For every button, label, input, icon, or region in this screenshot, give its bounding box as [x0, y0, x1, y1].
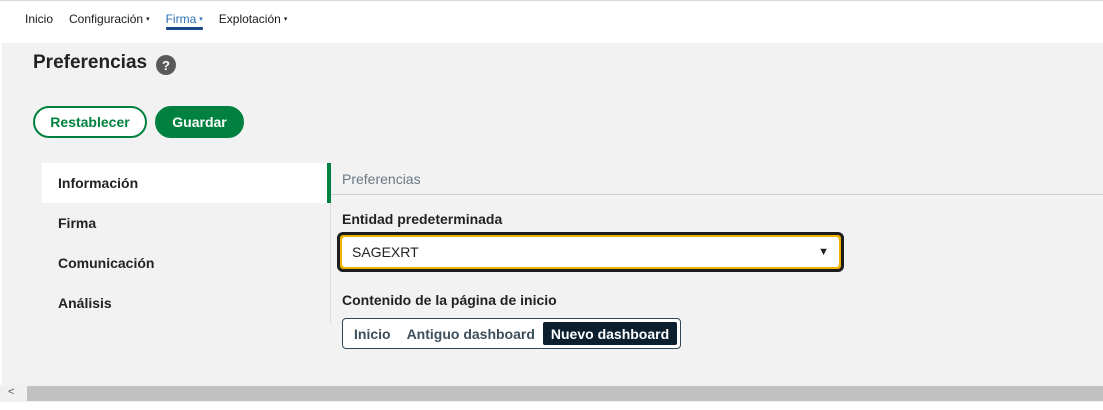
- caret-down-icon: ▼: [818, 246, 829, 258]
- nav-item-explotacion[interactable]: Explotación ▾: [219, 12, 288, 30]
- preferences-sidebar: Información Firma Comunicación Análisis: [42, 163, 330, 323]
- segment-inicio[interactable]: Inicio: [346, 322, 399, 345]
- nav-item-inicio[interactable]: Inicio: [25, 12, 53, 30]
- sidebar-item-informacion[interactable]: Información: [42, 163, 330, 203]
- reset-button[interactable]: Restablecer: [33, 106, 147, 138]
- caret-down-icon: ▾: [146, 16, 150, 23]
- home-content-toggle: Inicio Antiguo dashboard Nuevo dashboard: [342, 318, 682, 349]
- page-title: Preferencias: [33, 52, 148, 73]
- sidebar-item-label: Análisis: [58, 295, 112, 311]
- sidebar-item-label: Comunicación: [58, 255, 155, 271]
- sidebar-item-label: Firma: [58, 215, 97, 231]
- nav-item-label: Configuración: [69, 12, 144, 26]
- active-item-indicator: [327, 163, 331, 203]
- home-content-label: Contenido de la página de inicio: [342, 292, 557, 308]
- sidebar-item-comunicacion[interactable]: Comunicación: [42, 243, 330, 283]
- save-button[interactable]: Guardar: [155, 106, 244, 138]
- caret-down-icon: ▾: [199, 16, 203, 23]
- nav-item-firma[interactable]: Firma ▾: [165, 12, 203, 30]
- sidebar-item-analisis[interactable]: Análisis: [42, 283, 330, 323]
- entity-select-value: SAGEXRT: [352, 244, 419, 260]
- scroll-left-icon[interactable]: <: [8, 386, 14, 398]
- nav-item-label: Firma: [165, 12, 197, 26]
- segment-nuevo-dashboard[interactable]: Nuevo dashboard: [542, 322, 678, 345]
- nav-item-label: Inicio: [25, 12, 54, 26]
- entity-select-inner: SAGEXRT ▼: [342, 237, 839, 267]
- entity-label: Entidad predeterminada: [342, 211, 503, 227]
- horizontal-scrollbar[interactable]: <: [0, 385, 1103, 402]
- help-icon[interactable]: ?: [156, 55, 176, 75]
- segment-antiguo-dashboard[interactable]: Antiguo dashboard: [399, 322, 543, 345]
- left-edge: [0, 0, 2, 410]
- nav-item-label: Explotación: [218, 12, 281, 26]
- bottom-strip: [0, 402, 1103, 410]
- top-nav: Inicio Configuración ▾ Firma ▾ Explotaci…: [0, 0, 1103, 43]
- caret-down-icon: ▾: [283, 16, 288, 23]
- sidebar-item-label: Información: [58, 175, 139, 191]
- scrollbar-thumb[interactable]: [27, 386, 1103, 401]
- entity-select[interactable]: SAGEXRT ▼: [337, 232, 844, 272]
- section-heading: Preferencias: [342, 171, 421, 187]
- section-divider: [331, 194, 1103, 195]
- sidebar-item-firma[interactable]: Firma: [42, 203, 330, 243]
- nav-item-configuracion[interactable]: Configuración ▾: [69, 12, 150, 30]
